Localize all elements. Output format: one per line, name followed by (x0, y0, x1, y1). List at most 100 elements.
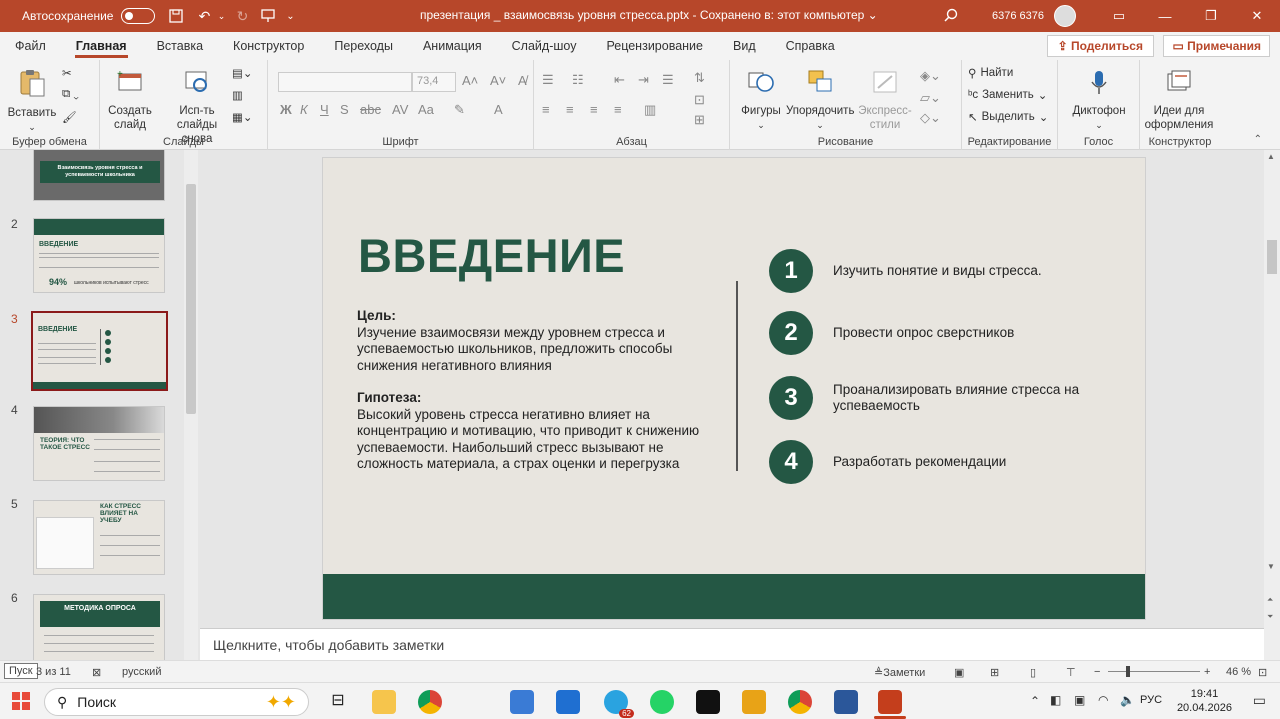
zoom-slider[interactable] (1108, 671, 1200, 672)
next-slide-icon[interactable]: ⏷ (1267, 612, 1273, 622)
tab-review[interactable]: Рецензирование (591, 32, 718, 60)
chrome-profile-icon[interactable] (788, 690, 812, 714)
fit-slide-icon[interactable]: ⊡ (1258, 666, 1267, 679)
undo-icon[interactable]: ↶ (193, 5, 215, 27)
taskbar-search[interactable]: ⚲ Поиск ✦✦ (44, 688, 309, 716)
smartart-icon[interactable]: ⊞ (694, 112, 705, 128)
tab-slideshow[interactable]: Слайд-шоу (497, 32, 592, 60)
thumbnail-scrollbar[interactable] (184, 150, 198, 660)
columns-icon[interactable]: ▥ (644, 102, 656, 118)
format-painter-icon[interactable]: 🖌 (62, 110, 77, 124)
tab-view[interactable]: Вид (718, 32, 771, 60)
slide-thumbnail-1[interactable]: Взаимосвязь уровня стресса и успеваемост… (33, 150, 165, 201)
italic-icon[interactable]: К (300, 102, 308, 117)
reset-icon[interactable]: ▥ (232, 88, 243, 102)
share-button[interactable]: ⇪ Поделиться (1046, 35, 1154, 57)
wifi-icon[interactable]: ◠ (1098, 693, 1108, 707)
comments-button[interactable]: ▭ Примечания (1163, 35, 1270, 57)
quick-styles-button[interactable]: Экспресс-стили (856, 68, 914, 132)
accessibility-icon[interactable]: ⊠ (92, 666, 101, 679)
clear-format-icon[interactable]: A̸ (518, 73, 527, 88)
tab-help[interactable]: Справка (771, 32, 850, 60)
canvas-scrollbar-thumb[interactable] (1267, 240, 1277, 274)
tray-app2-icon[interactable]: ▣ (1074, 693, 1085, 707)
system-clock[interactable]: 19:41 20.04.2026 (1177, 687, 1232, 715)
line-spacing-icon[interactable]: ☰ (662, 72, 674, 88)
slide-thumbnail-3[interactable]: ВВЕДЕНИЕ (31, 311, 168, 391)
highlight-icon[interactable]: ✎ (454, 102, 465, 118)
paste-button[interactable]: Вставить ⌄ (6, 68, 58, 134)
notes-toggle[interactable]: ≜Заметки (868, 666, 931, 679)
layout-icon[interactable]: ▤⌄ (232, 66, 253, 80)
slide-thumbnail-2[interactable]: ВВЕДЕНИЕ 94% школьников испытывают стрес… (33, 218, 165, 293)
notifications-icon[interactable]: ▭ (1253, 692, 1266, 709)
ribbon-display-icon[interactable]: ▭ (1096, 0, 1142, 32)
shape-fill-icon[interactable]: ◈⌄ (920, 68, 941, 84)
whatsapp-icon[interactable] (650, 690, 674, 714)
avatar[interactable] (1054, 5, 1076, 27)
justify-icon[interactable]: ≡ (614, 102, 622, 117)
sorter-view-icon[interactable]: ⊞ (990, 666, 999, 679)
close-button[interactable]: ✕ (1234, 0, 1280, 32)
slide-thumbnail-6[interactable]: МЕТОДИКА ОПРОСА (33, 594, 165, 660)
file-explorer-icon[interactable] (372, 690, 396, 714)
maximize-button[interactable]: ❐ (1188, 0, 1234, 32)
indent-less-icon[interactable]: ⇤ (614, 72, 625, 88)
shrink-font-icon[interactable]: A˅ (490, 73, 506, 88)
zoom-level[interactable]: 46 % (1226, 666, 1251, 678)
arrange-button[interactable]: Упорядочить ⌄ (786, 68, 854, 132)
slideshow-view-icon[interactable]: ⊤ (1066, 666, 1076, 679)
chrome-icon[interactable] (418, 690, 442, 714)
slide-thumbnail-5[interactable]: КАК СТРЕСС ВЛИЯЕТ НА УЧЕБУ (33, 500, 165, 575)
copy-icon[interactable]: ⧉ ⌄ (62, 88, 79, 101)
align-text-icon[interactable]: ⊡ (694, 92, 705, 108)
minimize-button[interactable]: — (1142, 0, 1188, 32)
zoom-slider-thumb[interactable] (1126, 666, 1130, 677)
new-slide-button[interactable]: + Создать слайд (106, 68, 154, 132)
volume-icon[interactable]: 🔈 (1120, 693, 1135, 707)
tab-design[interactable]: Конструктор (218, 32, 319, 60)
present-icon[interactable] (257, 5, 279, 27)
tab-transitions[interactable]: Переходы (319, 32, 408, 60)
find-button[interactable]: ⚲ Найти (968, 66, 1013, 80)
zoom-in-icon[interactable]: + (1204, 666, 1210, 678)
align-left-icon[interactable]: ≡ (542, 102, 550, 117)
replace-button[interactable]: ᵇc Заменить ⌄ (968, 88, 1047, 102)
slide-thumbnail-4[interactable]: ТЕОРИЯ: ЧТО ТАКОЕ СТРЕСС (33, 406, 165, 481)
bullets-icon[interactable]: ☰ (542, 72, 554, 88)
tab-file[interactable]: Файл (0, 32, 61, 60)
text-direction-icon[interactable]: ⇅ (694, 70, 705, 86)
outlook-icon[interactable] (556, 690, 580, 714)
task-item-4[interactable]: 4 Разработать рекомендации (769, 440, 1083, 484)
current-slide[interactable]: ВВЕДЕНИЕ Цель: Изучение взаимосвязи межд… (322, 157, 1146, 620)
font-size-select[interactable]: 73,4 (412, 72, 456, 92)
notes-area[interactable]: Щелкните, чтобы добавить заметки (200, 628, 1264, 660)
tab-home[interactable]: Главная (61, 32, 142, 60)
reuse-slides-button[interactable]: Исп-ть слайды снова (166, 68, 228, 146)
quick-access-menu-icon[interactable]: ⌄ (279, 5, 301, 27)
input-language[interactable]: РУС (1140, 694, 1162, 706)
search-icon[interactable] (940, 5, 962, 27)
thumbnail-scrollbar-thumb[interactable] (186, 184, 196, 414)
sublime-icon[interactable] (742, 690, 766, 714)
indent-more-icon[interactable]: ⇥ (638, 72, 649, 88)
save-icon[interactable] (165, 5, 187, 27)
select-button[interactable]: ↖ Выделить ⌄ (968, 110, 1048, 124)
shape-effects-icon[interactable]: ◇⌄ (920, 110, 941, 126)
language-indicator[interactable]: русский (122, 666, 161, 678)
scroll-up-icon[interactable]: ▲ (1267, 152, 1275, 161)
canvas-scrollbar[interactable]: ▲ ▼ ⏶ ⏷ (1264, 150, 1280, 660)
task-view-icon[interactable]: ⊟ (326, 690, 350, 714)
previous-slide-icon[interactable]: ⏶ (1267, 595, 1273, 605)
grow-font-icon[interactable]: A˄ (462, 73, 478, 88)
align-right-icon[interactable]: ≡ (590, 102, 598, 117)
remote-desktop-icon[interactable] (510, 690, 534, 714)
font-color-icon[interactable]: A (494, 102, 503, 117)
section-icon[interactable]: ▦⌄ (232, 110, 253, 124)
tiktok-icon[interactable] (696, 690, 720, 714)
tray-overflow-icon[interactable]: ⌃ (1030, 694, 1040, 708)
dictate-button[interactable]: Диктофон ⌄ (1066, 68, 1132, 132)
collapse-ribbon-icon[interactable]: ⌃ (1254, 134, 1262, 145)
reading-view-icon[interactable]: ▯ (1030, 666, 1036, 679)
tab-animation[interactable]: Анимация (408, 32, 497, 60)
